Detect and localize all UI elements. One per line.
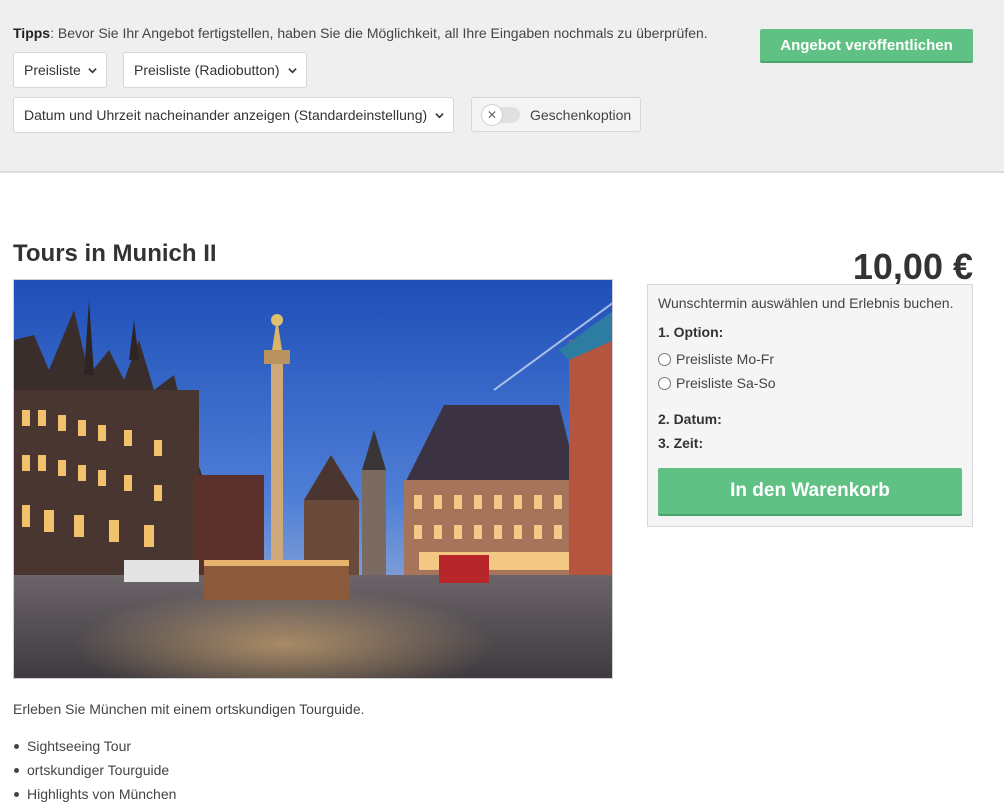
option-label-weekday: Preisliste Mo-Fr <box>676 351 775 367</box>
publish-offer-button[interactable]: Angebot veröffentlichen <box>760 29 973 63</box>
option-radio-weekend[interactable]: Preisliste Sa-So <box>658 375 776 391</box>
price-mode-value: Preisliste <box>24 62 81 78</box>
price-mode-select[interactable]: Preisliste <box>13 52 107 88</box>
product-image <box>13 279 613 679</box>
time-label: 3. Zeit: <box>658 435 704 451</box>
date-time-mode-value: Datum und Uhrzeit nacheinander anzeigen … <box>24 107 428 123</box>
product-title: Tours in Munich II <box>13 240 217 267</box>
toggle-switch[interactable]: ✕ <box>481 103 520 126</box>
product-price: 10,00 € <box>852 246 973 287</box>
product-description: Erleben Sie München mit einem ortskundig… <box>13 701 365 717</box>
date-label: 2. Datum: <box>658 411 722 427</box>
preview-toolbar: Tipps: Bevor Sie Ihr Angebot fertigstell… <box>0 0 1004 173</box>
booking-intro: Wunschtermin auswählen und Erlebnis buch… <box>658 295 954 311</box>
option-label: 1. Option: <box>658 324 724 340</box>
date-time-mode-select[interactable]: Datum und Uhrzeit nacheinander anzeigen … <box>13 97 454 133</box>
radio-icon[interactable] <box>658 352 671 366</box>
option-radio-weekday[interactable]: Preisliste Mo-Fr <box>658 351 774 367</box>
tips-label: Tipps <box>13 25 51 41</box>
tips-body: : Bevor Sie Ihr Angebot fertigstellen, h… <box>50 25 708 41</box>
toggle-off-icon: ✕ <box>481 103 503 126</box>
radio-icon[interactable] <box>658 376 671 390</box>
chevron-down-icon <box>88 68 97 74</box>
price-display-select[interactable]: Preisliste (Radiobutton) <box>123 52 307 88</box>
add-to-cart-button[interactable]: In den Warenkorb <box>658 468 962 516</box>
munich-square-illustration <box>14 280 612 678</box>
tips-text: Tipps: Bevor Sie Ihr Angebot fertigstell… <box>13 25 708 41</box>
gift-option-label: Geschenkoption <box>530 106 632 123</box>
gift-option-toggle[interactable]: ✕ Geschenkoption <box>471 97 641 132</box>
chevron-down-icon <box>435 113 444 119</box>
option-label-weekend: Preisliste Sa-So <box>676 375 776 391</box>
chevron-down-icon <box>288 68 297 74</box>
feature-list: Sightseeing Tour ortskundiger Tourguide … <box>13 737 176 809</box>
price-display-value: Preisliste (Radiobutton) <box>134 62 280 78</box>
booking-box: Wunschtermin auswählen und Erlebnis buch… <box>647 284 973 527</box>
list-item: Sightseeing Tour <box>13 737 176 761</box>
list-item: Highlights von München <box>13 785 176 809</box>
list-item: ortskundiger Tourguide <box>13 761 176 785</box>
